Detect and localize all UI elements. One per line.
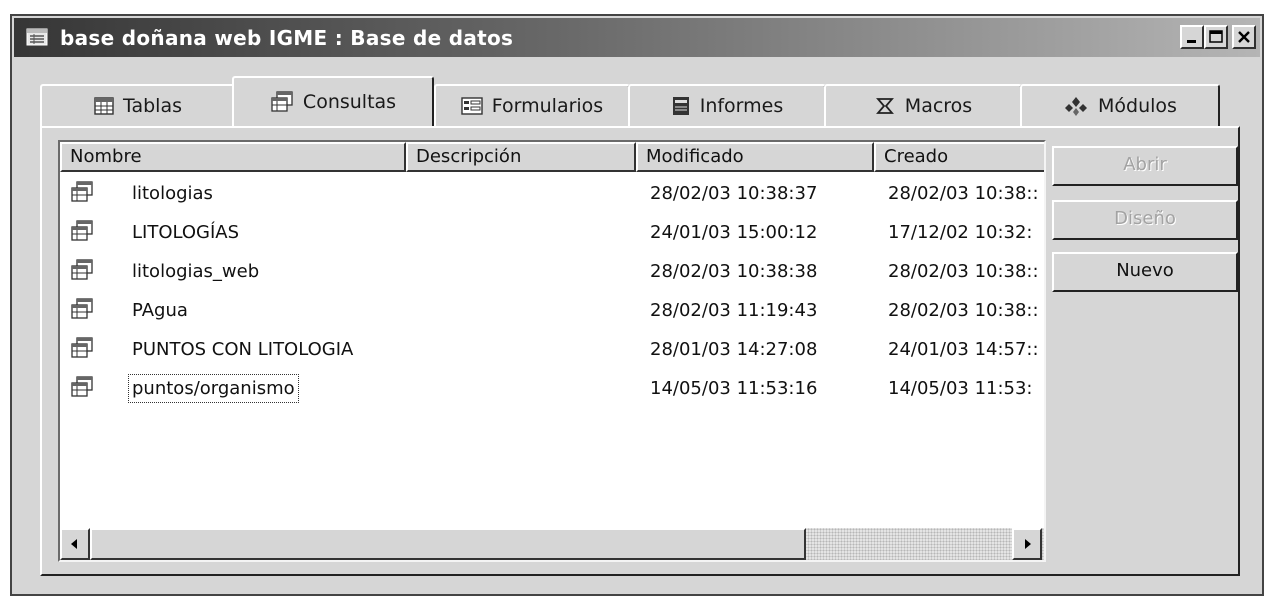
query-icon: [271, 91, 293, 112]
table-row[interactable]: litologias 28/02/03 10:38:37 28/02/03 10:3…: [60, 176, 1044, 212]
new-button[interactable]: Nuevo: [1052, 252, 1238, 292]
list-header: Nombre Descripción Modificado Creado: [60, 142, 1044, 172]
row-name: PUNTOS CON LITOLOGIA: [132, 339, 354, 360]
arrow-right-icon: [1025, 539, 1031, 549]
design-button[interactable]: Diseño: [1052, 200, 1238, 240]
minimize-icon: [1187, 40, 1196, 43]
table-row[interactable]: PAgua 28/02/03 11:19:43 28/02/03 10:38::: [60, 293, 1044, 329]
scroll-left-button[interactable]: [60, 528, 90, 560]
tab-informes[interactable]: Informes: [628, 84, 826, 126]
row-modified: 28/02/03 10:38:38: [650, 261, 818, 282]
row-created: 28/02/03 10:38::: [888, 261, 1039, 282]
row-name: litologias_web: [132, 261, 260, 282]
tab-formularios[interactable]: Formularios: [434, 84, 630, 126]
close-button[interactable]: [1232, 25, 1256, 49]
database-window: base doñana web IGME : Base de datos Tab…: [10, 14, 1264, 596]
query-icon: [70, 298, 94, 325]
database-window-icon[interactable]: [26, 27, 48, 47]
column-header-nombre[interactable]: Nombre: [60, 142, 406, 172]
row-created: 24/01/03 14:57::: [888, 339, 1039, 360]
row-created: 28/02/03 10:38::: [888, 183, 1039, 204]
close-icon: [1238, 31, 1250, 43]
row-name: litologias: [132, 183, 213, 204]
row-modified: 24/01/03 15:00:12: [650, 222, 818, 243]
query-icon: [70, 259, 94, 286]
report-icon: [672, 97, 689, 115]
tab-label: Módulos: [1098, 95, 1177, 117]
tab-macros[interactable]: Macros: [824, 84, 1022, 126]
tab-modulos[interactable]: Módulos: [1020, 84, 1220, 126]
scroll-thumb[interactable]: [90, 528, 806, 560]
table-row[interactable]: litologias_web 28/02/03 10:38:38 28/02/03 …: [60, 254, 1044, 290]
row-modified: 14/05/03 11:53:16: [650, 378, 818, 399]
row-name: puntos/organismo: [128, 374, 299, 403]
row-created: 28/02/03 10:38::: [888, 300, 1039, 321]
query-icon: [70, 376, 94, 403]
title-bar[interactable]: base doñana web IGME : Base de datos: [14, 18, 1260, 57]
row-name: LITOLOGÍAS: [132, 222, 240, 243]
tab-label: Informes: [699, 95, 784, 117]
maximize-icon: [1209, 30, 1223, 43]
row-modified: 28/01/03 14:27:08: [650, 339, 818, 360]
query-icon: [70, 337, 94, 364]
form-icon: [461, 97, 483, 115]
row-created: 14/05/03 11:53:: [888, 378, 1033, 399]
open-button[interactable]: Abrir: [1052, 146, 1238, 186]
column-header-creado[interactable]: Creado: [874, 142, 1044, 172]
query-icon: [70, 181, 94, 208]
tab-label: Tablas: [123, 95, 182, 117]
table-row[interactable]: PUNTOS CON LITOLOGIA 28/01/03 14:27:08 24/…: [60, 332, 1044, 368]
query-list[interactable]: Nombre Descripción Modificado Creado lit…: [58, 140, 1046, 562]
row-modified: 28/02/03 10:38:37: [650, 183, 818, 204]
minimize-button[interactable]: [1180, 25, 1204, 49]
tab-label: Macros: [904, 95, 973, 117]
maximize-button[interactable]: [1204, 25, 1228, 49]
table-icon: [94, 97, 114, 115]
query-icon: [70, 220, 94, 247]
table-row[interactable]: puntos/organismo 14/05/03 11:53:16 14/05/0…: [60, 371, 1044, 407]
tab-tablas[interactable]: Tablas: [40, 84, 236, 126]
horizontal-scrollbar[interactable]: [60, 528, 1044, 560]
column-header-modificado[interactable]: Modificado: [636, 142, 874, 172]
macro-icon: [875, 98, 894, 114]
tab-label: Consultas: [302, 91, 397, 113]
objects-panel: Nombre Descripción Modificado Creado lit…: [40, 126, 1240, 576]
table-row[interactable]: LITOLOGÍAS 24/01/03 15:00:12 17/12/02 10:3…: [60, 215, 1044, 251]
row-name: PAgua: [132, 300, 188, 321]
arrow-left-icon: [71, 539, 77, 549]
module-icon: [1065, 97, 1088, 116]
column-header-descripcion[interactable]: Descripción: [406, 142, 636, 172]
row-created: 17/12/02 10:32:: [888, 222, 1033, 243]
scroll-right-button[interactable]: [1012, 528, 1042, 560]
tab-consultas[interactable]: Consultas: [232, 76, 434, 126]
tab-label: Formularios: [491, 95, 604, 117]
row-modified: 28/02/03 11:19:43: [650, 300, 818, 321]
window-title: base doñana web IGME : Base de datos: [60, 26, 514, 50]
